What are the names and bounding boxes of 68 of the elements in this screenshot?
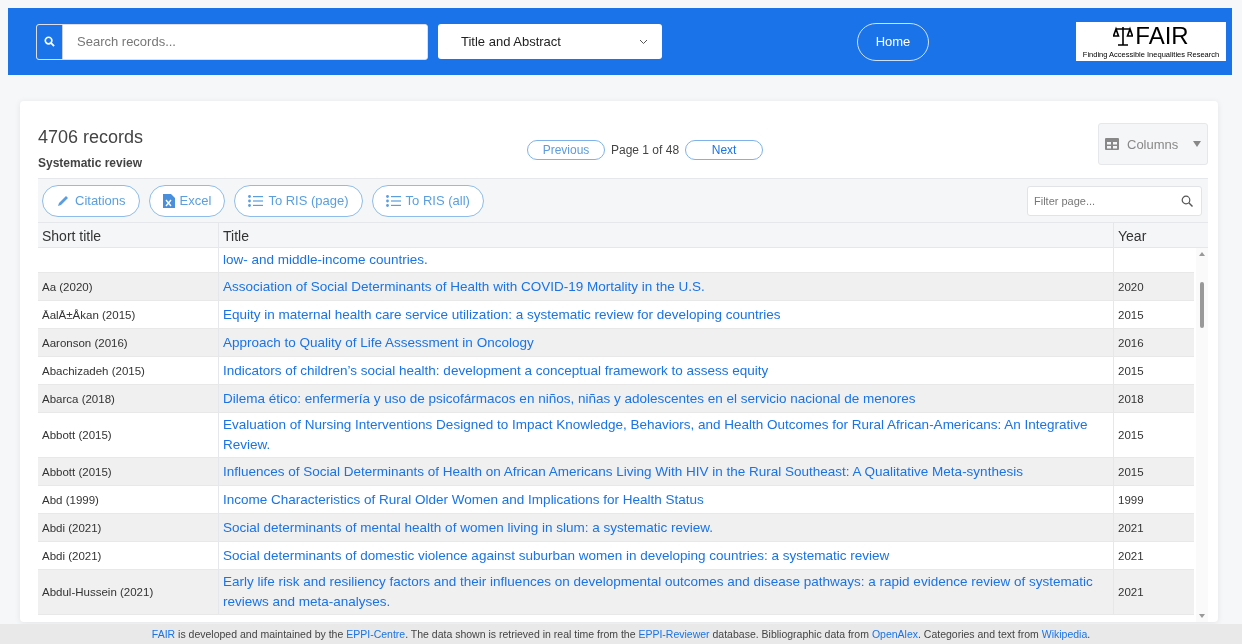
year-cell: 2021 bbox=[1118, 521, 1144, 534]
year-cell: 2015 bbox=[1118, 465, 1144, 478]
footer-text: database. Bibliographic data from bbox=[711, 628, 870, 640]
column-header[interactable]: Year bbox=[1113, 223, 1194, 247]
record-title-link[interactable]: Association of Social Determinants of Health with COVID-19 Mortality in the U.S. bbox=[223, 276, 705, 297]
search-icon bbox=[1181, 194, 1193, 207]
record-title-link[interactable]: Approach to Quality of Life Assessment in Oncology bbox=[223, 332, 534, 353]
footer-link[interactable]: EPPI-Reviewer bbox=[638, 628, 710, 640]
year-cell: 2016 bbox=[1118, 336, 1144, 349]
search-icon bbox=[44, 36, 55, 47]
list-icon bbox=[385, 194, 401, 207]
column-header[interactable]: Title bbox=[218, 223, 1113, 247]
footer-text: . Categories and text from bbox=[918, 628, 1040, 640]
short-title-cell: Abachizadeh (2015) bbox=[42, 364, 145, 377]
search-field[interactable]: Search records... bbox=[36, 23, 428, 60]
ris-export-button[interactable]: To RIS (page) bbox=[234, 184, 363, 217]
citations-export-button[interactable]: Citations bbox=[42, 184, 140, 217]
year-cell: 2021 bbox=[1118, 586, 1144, 598]
list-icon bbox=[248, 194, 264, 207]
record-title-link[interactable]: low- and middle-income countries. bbox=[223, 250, 428, 270]
footer-link[interactable]: OpenAlex bbox=[871, 628, 918, 640]
short-title-cell: Abbott (2015) bbox=[42, 465, 112, 478]
record-title-link[interactable]: Income Characteristics of Rural Older Women and Implications for Health Status bbox=[223, 489, 704, 510]
footer-link[interactable]: FAIR bbox=[151, 628, 176, 640]
excel-export-button[interactable]: Excel bbox=[148, 184, 226, 217]
year-cell: 2015 bbox=[1118, 429, 1144, 441]
page-info: Page 1 of 48 bbox=[611, 143, 680, 157]
record-title-link[interactable]: Early life risk and resiliency factors and their influences on developmental outcomes and disease pathways: a rapid evidence review of systematic reviews and meta-analyses. bbox=[223, 572, 1109, 612]
scales-icon bbox=[1113, 25, 1134, 47]
column-header[interactable]: Short title bbox=[38, 223, 218, 247]
footer-text: . The data shown is retrieved in real time from the bbox=[405, 628, 637, 640]
year-cell: 2015 bbox=[1118, 364, 1144, 377]
columns-button[interactable]: Columns bbox=[1098, 123, 1208, 165]
year-cell: 2015 bbox=[1118, 308, 1144, 321]
record-title-link[interactable]: Social determinants of mental health of women living in slum: a systematic review. bbox=[223, 517, 713, 538]
year-cell: 2018 bbox=[1118, 392, 1144, 405]
footer-text: is developed and maintained by the bbox=[177, 628, 345, 640]
ris-export-button[interactable]: To RIS (all) bbox=[371, 184, 484, 217]
record-title-link[interactable]: Influences of Social Determinants of Health on African Americans Living With HIV in the Rural Southeast: A Qualitative Meta-synthesis bbox=[223, 461, 1023, 482]
short-title-cell: Abdi (2021) bbox=[42, 521, 102, 534]
short-title-cell: Aa (2020) bbox=[42, 280, 93, 293]
previous-button[interactable]: Previous bbox=[527, 140, 605, 160]
short-title-cell: Abdi (2021) bbox=[42, 549, 102, 562]
short-title-cell: Abdul-Hussein (2021) bbox=[42, 586, 154, 598]
year-cell: 2020 bbox=[1118, 280, 1144, 293]
spreadsheet-file-icon bbox=[162, 193, 175, 208]
short-title-cell: ĀalĀ±Åkan (2015) bbox=[42, 308, 136, 321]
search-field-select[interactable]: Title and Abstract bbox=[438, 24, 662, 59]
record-count: 4706 records bbox=[38, 127, 145, 148]
record-title-link[interactable]: Indicators of children’s social health: development a conceptual framework to assess equity bbox=[223, 360, 769, 381]
table-icon bbox=[1105, 138, 1119, 150]
filter-field[interactable]: Filter page... bbox=[1027, 185, 1202, 216]
footer-text: . bbox=[1087, 628, 1091, 640]
filter-label: Systematic review bbox=[38, 156, 144, 170]
record-title-link[interactable]: Social determinants of domestic violence against suburban women in developing countries: a systematic review bbox=[223, 545, 890, 566]
record-title-link[interactable]: Equity in maternal health care service utilization: a systematic review for developing countries bbox=[223, 304, 781, 325]
pencil-icon bbox=[56, 193, 70, 208]
next-button[interactable]: Next bbox=[685, 140, 764, 160]
short-title-cell: Abd (1999) bbox=[42, 493, 99, 506]
short-title-cell: Abarca (2018) bbox=[42, 392, 115, 405]
chevron-down-icon bbox=[639, 38, 648, 45]
record-title-link[interactable]: Evaluation of Nursing Interventions Designed to Impact Knowledge, Behaviors, and Health Outcomes for Rural African-Americans: An Integrative Review. bbox=[223, 415, 1109, 455]
year-cell: 2021 bbox=[1118, 549, 1144, 562]
caret-icon bbox=[1193, 141, 1201, 147]
short-title-cell: Aaronson (2016) bbox=[42, 336, 128, 349]
short-title-cell: Abbott (2015) bbox=[42, 429, 112, 441]
year-cell: 1999 bbox=[1118, 493, 1144, 506]
record-title-link[interactable]: Dilema ético: enfermería y uso de psicofármacos en niños, niñas y adolescentes en el servicio nacional de menores bbox=[223, 388, 916, 409]
